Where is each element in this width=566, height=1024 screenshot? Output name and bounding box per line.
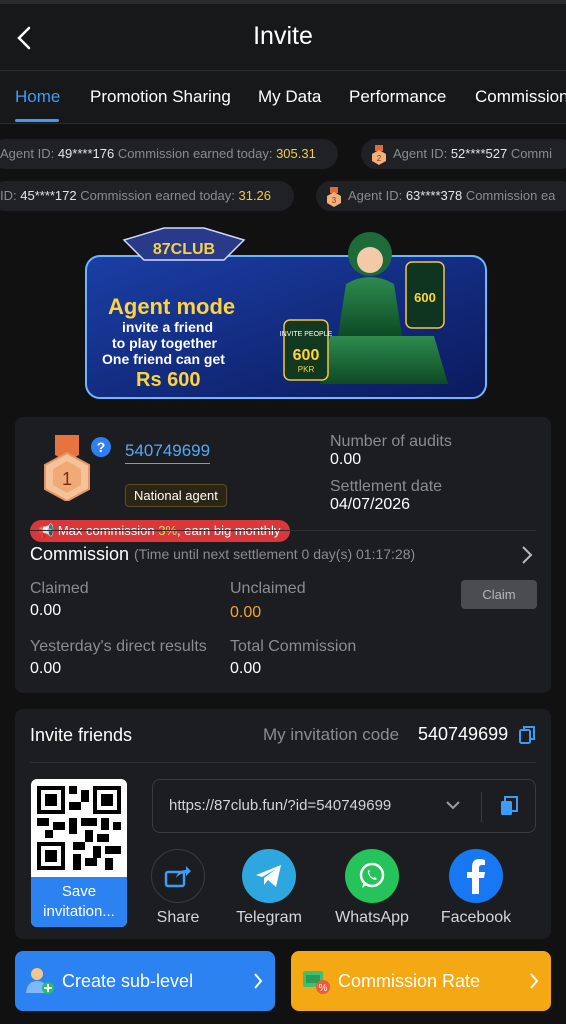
divider — [30, 530, 536, 531]
add-user-icon — [26, 968, 54, 994]
page-title: Invite — [253, 22, 313, 50]
telegram-button[interactable]: Telegram — [224, 849, 314, 927]
medal-icon: 3 — [327, 186, 341, 207]
divider — [30, 762, 536, 763]
club-logo: 87CLUB — [153, 241, 215, 258]
agent-card: 1 ? 540749699 National agent Number of a… — [15, 417, 551, 693]
whatsapp-button[interactable]: WhatsApp — [327, 849, 417, 927]
invite-link-field[interactable]: https://87club.fun/?id=540749699 — [152, 779, 536, 833]
unclaimed-value: 0.00 — [230, 604, 262, 621]
svg-text:1: 1 — [62, 469, 72, 489]
whatsapp-icon — [345, 849, 399, 903]
ticker-item: 3 Agent ID: 63****378 Commission ea — [316, 181, 566, 211]
invitation-code-label: My invitation code — [263, 725, 400, 744]
total-commission-label: Total Commission — [230, 638, 357, 655]
svg-text:3: 3 — [332, 196, 337, 205]
share-button[interactable]: Share — [133, 849, 223, 927]
copy-code-icon[interactable] — [519, 726, 535, 744]
claim-button[interactable]: Claim — [461, 580, 537, 609]
telegram-icon — [242, 849, 296, 903]
yesterday-value: 0.00 — [30, 660, 62, 677]
banner-card-text: INVITE PEOPLE — [280, 331, 333, 338]
unclaimed-label: Unclaimed — [230, 580, 306, 597]
invitation-code: 540749699 — [418, 724, 509, 744]
agent-level-badge: National agent — [125, 484, 227, 507]
tab-bar: Home Promotion Sharing My Data Performan… — [0, 70, 566, 124]
svg-text:%: % — [319, 983, 328, 994]
total-commission-value: 0.00 — [230, 660, 262, 677]
save-invitation-button[interactable]: Save invitation... — [31, 877, 127, 927]
banner-line: One friend can get — [102, 351, 225, 367]
tab-performance[interactable]: Performance — [349, 87, 446, 107]
yesterday-label: Yesterday's direct results — [30, 638, 207, 655]
audits-value: 0.00 — [330, 451, 362, 468]
invite-title: Invite friends — [30, 725, 133, 745]
chevron-right-icon — [254, 973, 263, 989]
agent-id-link[interactable]: 540749699 — [125, 441, 211, 464]
settlement-label: Settlement date — [330, 478, 443, 495]
audits-label: Number of audits — [330, 433, 452, 450]
claimed-label: Claimed — [30, 580, 89, 597]
create-sub-level-button[interactable]: Create sub-level — [15, 951, 275, 1011]
chevron-right-icon[interactable] — [521, 545, 533, 565]
qr-code-icon — [37, 786, 121, 870]
help-icon[interactable]: ? — [91, 437, 111, 457]
qr-code-card[interactable]: Save invitation... — [31, 779, 127, 927]
max-commission-badge: 📢 Max commission 3%, earn big monthly — [30, 520, 291, 542]
commission-title[interactable]: Commission — [30, 544, 129, 565]
banner-headline: Agent mode — [108, 294, 235, 319]
tab-promotion-sharing[interactable]: Promotion Sharing — [90, 87, 231, 107]
facebook-icon — [449, 849, 503, 903]
app-header: Invite — [0, 0, 566, 70]
settlement-countdown: (Time until next settlement 0 day(s) 01:… — [134, 546, 416, 562]
invite-link-text: https://87club.fun/?id=540749699 — [169, 797, 392, 814]
ticker-item: ID: 45****172 Commission earned today: 3… — [0, 181, 294, 211]
tab-commission[interactable]: Commission — [475, 87, 566, 107]
divider — [481, 792, 482, 822]
money-percent-icon: % — [303, 971, 330, 994]
tab-my-data[interactable]: My Data — [258, 87, 321, 107]
commission-rate-button[interactable]: % Commission Rate — [291, 951, 551, 1011]
active-tab-indicator — [15, 119, 59, 122]
banner-card-currency: PKR — [298, 365, 315, 374]
claimed-value: 0.00 — [30, 602, 62, 619]
facebook-button[interactable]: Facebook — [431, 849, 521, 927]
ticker-item: 2 Agent ID: 52****527 Commi — [361, 139, 566, 169]
tab-home[interactable]: Home — [15, 87, 60, 107]
chevron-down-icon[interactable] — [445, 800, 461, 812]
chevron-right-icon — [530, 973, 539, 989]
banner-phone-amount: 600 — [414, 290, 436, 305]
invite-card: Invite friends My invitation code 540749… — [15, 709, 551, 939]
ticker-item: Agent ID: 49****176 Commission earned to… — [0, 139, 338, 169]
banner-amount: Rs 600 — [136, 369, 201, 391]
svg-text:2: 2 — [377, 154, 382, 163]
banner-card-amount: 600 — [293, 347, 320, 364]
banner-line: invite a friend — [122, 319, 213, 335]
settlement-value: 04/07/2026 — [330, 496, 411, 513]
medal-icon: 2 — [372, 144, 386, 165]
banner-line: to play together — [112, 335, 218, 351]
copy-link-icon[interactable] — [500, 796, 518, 816]
share-icon — [151, 849, 205, 903]
agent-mode-banner[interactable]: 87CLUB Agent mode invite a friend to pla… — [84, 224, 488, 400]
rank-medal-icon: 1 — [44, 435, 90, 501]
